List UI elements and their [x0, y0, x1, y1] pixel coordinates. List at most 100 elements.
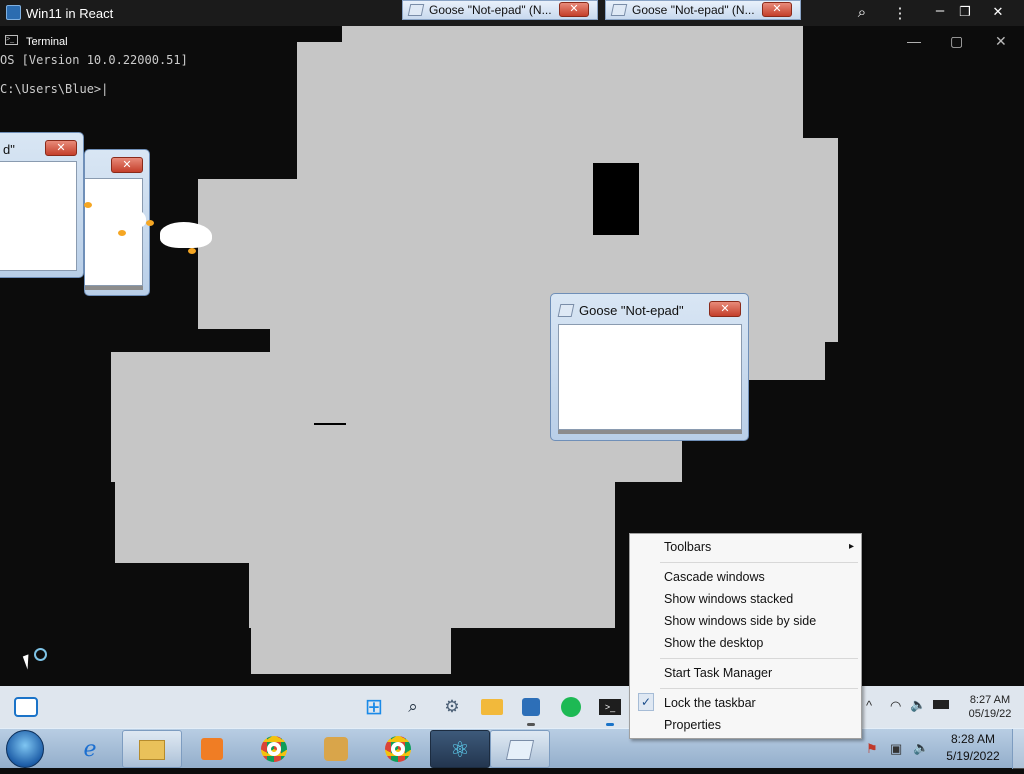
volume-icon[interactable]: 🔈: [910, 697, 926, 713]
goose-foot: [188, 248, 196, 254]
settings-icon[interactable]: ⚙: [439, 694, 465, 720]
paint-icon[interactable]: [306, 730, 366, 768]
start-orb[interactable]: [6, 730, 44, 768]
tray-chevron-icon[interactable]: ^: [866, 698, 872, 713]
goose[interactable]: [146, 212, 216, 268]
terminal-maximize-button[interactable]: ▢: [950, 33, 963, 50]
notepad-icon: [407, 4, 425, 16]
wifi-icon[interactable]: ◠: [890, 698, 901, 714]
prompt-text: C:\Users\Blue>: [0, 82, 102, 96]
goose-tab-1[interactable]: Goose "Not-epad" (N... ✕: [402, 0, 598, 20]
tab-label: Goose "Not-epad" (N...: [632, 3, 755, 17]
grey-block: [249, 560, 615, 628]
taskbar-context-menu: Toolbars ▸ Cascade windows Show windows s…: [629, 533, 862, 739]
explorer-icon[interactable]: [122, 730, 182, 768]
notepad-title: Goose "Not-epad": [579, 303, 684, 318]
dash-mark: [314, 423, 346, 425]
clock-time: 8:28 AM: [950, 732, 996, 746]
grey-block: [251, 626, 451, 674]
chrome-icon[interactable]: [244, 730, 304, 768]
folder-icon[interactable]: [479, 694, 505, 720]
menu-item-task-manager[interactable]: Start Task Manager: [664, 663, 854, 683]
notepad-window[interactable]: Goose "Not-epad" ✕: [550, 293, 749, 441]
start-icon[interactable]: ⊞: [361, 694, 387, 720]
menu-item-side-by-side[interactable]: Show windows side by side: [664, 611, 854, 631]
network-icon[interactable]: ▣: [890, 741, 902, 757]
console-prompt[interactable]: C:\Users\Blue>|: [0, 82, 108, 96]
notepad-title: d": [3, 142, 15, 157]
clock-date: 5/19/2022: [946, 749, 1000, 763]
menu-item-stacked[interactable]: Show windows stacked: [664, 589, 854, 609]
show-desktop-button[interactable]: [1012, 729, 1024, 769]
black-block: [593, 163, 639, 235]
notepad-icon: [610, 4, 628, 16]
search-icon[interactable]: ⌕: [400, 694, 426, 720]
close-icon[interactable]: ✕: [762, 2, 792, 17]
win11-taskbar: ⊞ ⌕ ⚙ >_ ^ ◠ 🔈 8:27 AM 05/19/22: [0, 686, 1024, 728]
zoom-icon[interactable]: ⌕: [852, 4, 872, 21]
close-icon[interactable]: ✕: [709, 301, 741, 317]
close-icon[interactable]: ✕: [45, 140, 77, 156]
volume-icon[interactable]: 🔈: [913, 740, 929, 756]
notepad-icon[interactable]: [490, 730, 550, 768]
ie-icon[interactable]: ℯ: [60, 730, 120, 768]
widgets-icon[interactable]: [14, 697, 38, 717]
goose-body: [100, 206, 146, 230]
app-title: Win11 in React: [26, 6, 114, 21]
menu-item-lock-taskbar[interactable]: Lock the taskbar: [664, 693, 854, 713]
action-center-icon[interactable]: ⚑: [866, 741, 878, 757]
goose-body: [160, 222, 212, 248]
console-version-line: OS [Version 10.0.22000.51]: [0, 53, 188, 67]
store-icon[interactable]: [518, 694, 544, 720]
win7-taskbar: ℯ ⚛ ⚑ ▣ 🔈 8:28 AM 5/19/2022: [0, 728, 1024, 769]
menu-item-label: Toolbars: [664, 540, 712, 554]
menu-item-properties[interactable]: Properties: [664, 715, 854, 735]
notepad-text-area[interactable]: [0, 161, 77, 271]
goose-beak: [84, 202, 92, 208]
terminal-close-button[interactable]: ✕: [995, 33, 1007, 50]
grey-block: [115, 480, 615, 563]
goose-beak: [146, 220, 154, 226]
running-indicator: [527, 723, 535, 726]
tab-label: Goose "Not-epad" (N...: [429, 3, 552, 17]
spotify-icon[interactable]: [558, 694, 584, 720]
clock[interactable]: 8:27 AM 05/19/22: [960, 694, 1020, 720]
terminal-title: Terminal: [26, 36, 68, 48]
more-menu-icon[interactable]: ⋮: [890, 4, 910, 22]
menu-separator: [660, 562, 858, 563]
media-player-icon[interactable]: [182, 730, 242, 768]
chrome-icon[interactable]: [368, 730, 428, 768]
clock-time: 8:27 AM: [969, 694, 1011, 706]
menu-item-cascade[interactable]: Cascade windows: [664, 567, 854, 587]
app-logo-icon: [6, 5, 21, 20]
submenu-arrow-icon: ▸: [848, 541, 854, 552]
terminal-minimize-button[interactable]: —: [907, 33, 921, 49]
notepad-statusbar: [85, 286, 143, 290]
notepad-window[interactable]: d" ✕: [0, 132, 84, 278]
running-indicator: [606, 723, 614, 726]
close-icon[interactable]: ✕: [988, 4, 1008, 20]
mouse-cursor-icon: [22, 654, 34, 670]
goose-foot: [118, 230, 126, 236]
notepad-statusbar: [558, 430, 742, 434]
menu-item-toolbars[interactable]: Toolbars ▸: [664, 537, 854, 557]
clock-date: 05/19/22: [968, 708, 1012, 720]
restore-icon[interactable]: ❐: [955, 4, 975, 20]
react-icon[interactable]: ⚛: [430, 730, 490, 768]
close-icon[interactable]: ✕: [111, 157, 143, 173]
menu-separator: [660, 658, 858, 659]
clock[interactable]: 8:28 AM 5/19/2022: [940, 732, 1006, 763]
busy-spinner-icon: [34, 648, 47, 661]
terminal-icon: >_: [5, 35, 18, 45]
app-title-bar: Win11 in React Goose "Not-epad" (N... ✕ …: [0, 0, 1024, 26]
check-icon: ✓: [638, 693, 654, 711]
terminal-icon[interactable]: >_: [597, 694, 623, 720]
battery-icon[interactable]: [933, 700, 949, 709]
menu-item-show-desktop[interactable]: Show the desktop: [664, 633, 854, 653]
minimize-icon[interactable]: –: [930, 2, 950, 19]
menu-separator: [660, 688, 858, 689]
goose-tab-2[interactable]: Goose "Not-epad" (N... ✕: [605, 0, 801, 20]
goose[interactable]: [84, 196, 154, 256]
notepad-text-area[interactable]: [558, 324, 742, 430]
close-icon[interactable]: ✕: [559, 2, 589, 17]
